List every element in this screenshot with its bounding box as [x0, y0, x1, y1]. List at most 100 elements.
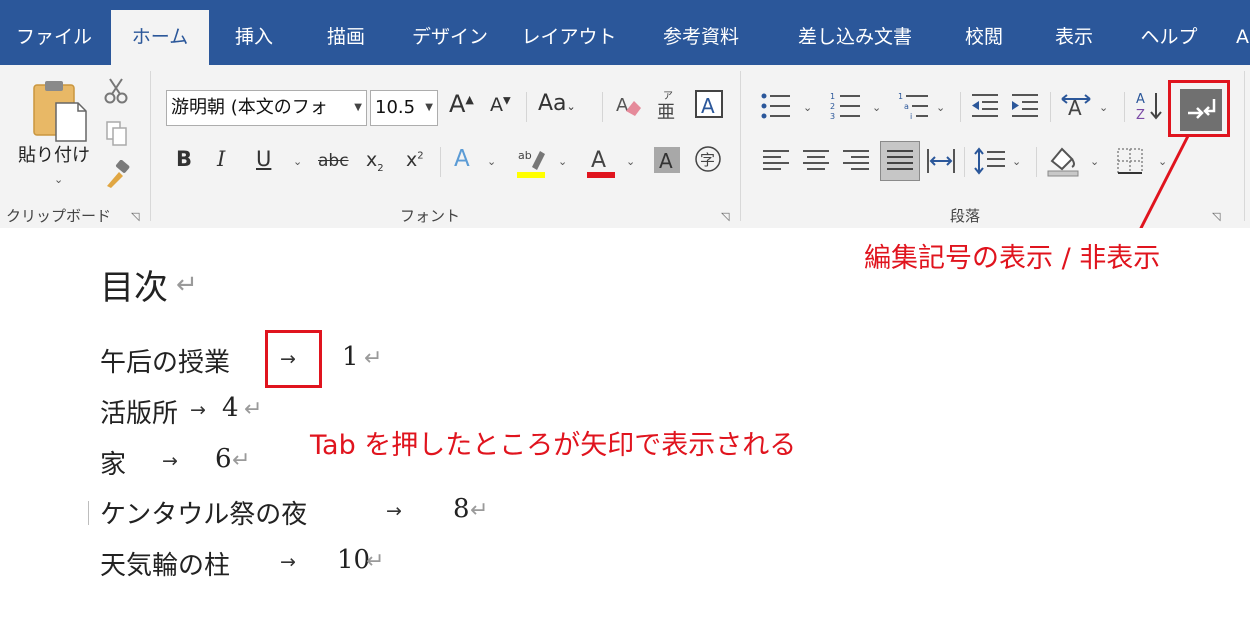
separator — [964, 147, 965, 177]
align-center-icon[interactable] — [802, 147, 830, 175]
tab-references[interactable]: 参考資料 — [644, 10, 758, 65]
italic-icon[interactable]: I — [217, 147, 225, 171]
tab-review[interactable]: 校閲 — [950, 10, 1018, 65]
svg-text:2: 2 — [830, 102, 835, 111]
tab-help[interactable]: ヘルプ — [1128, 10, 1210, 65]
numbering-icon[interactable]: 1 2 3 — [830, 91, 862, 121]
tab-mark: → — [386, 500, 402, 522]
shading-icon[interactable] — [1046, 145, 1080, 177]
svg-text:3: 3 — [830, 112, 835, 121]
toc-row-title: ケンタウル祭の夜 — [100, 500, 308, 530]
underline-dropdown-icon[interactable]: ⌄ — [293, 155, 302, 168]
clear-formatting-icon[interactable]: A — [614, 91, 642, 121]
paragraph-mark: ↵ — [176, 270, 198, 300]
toc-row-page: 8 — [453, 494, 470, 524]
tab-insert[interactable]: 挿入 — [218, 10, 290, 65]
decrease-indent-icon[interactable] — [970, 91, 1000, 121]
tab-home[interactable]: ホーム — [111, 10, 209, 65]
distributed-icon[interactable] — [926, 147, 956, 175]
line-spacing-dropdown-icon[interactable]: ⌄ — [1012, 155, 1021, 168]
bold-icon[interactable]: B — [176, 147, 192, 171]
svg-text:亜: 亜 — [657, 102, 675, 121]
toc-heading: 目次 — [100, 268, 168, 308]
shading-dropdown-icon[interactable]: ⌄ — [1090, 155, 1099, 168]
svg-text:A: A — [616, 95, 629, 116]
font-name-combo[interactable]: 游明朝 (本文のフォ ▼ — [166, 90, 367, 126]
character-border-icon[interactable]: A — [694, 89, 724, 119]
highlight-color-icon[interactable]: ab — [516, 145, 548, 179]
font-size-value: 10.5 — [375, 97, 416, 118]
format-painter-icon[interactable] — [103, 160, 133, 190]
numbering-dropdown-icon[interactable]: ⌄ — [872, 101, 881, 114]
copy-icon[interactable] — [104, 120, 130, 148]
grow-font-icon[interactable]: A▲ — [449, 90, 474, 118]
svg-text:ab: ab — [518, 149, 532, 162]
paste-button-label[interactable]: 貼り付け — [18, 141, 90, 167]
enclosed-character-icon[interactable]: 字 — [694, 145, 722, 173]
align-right-icon[interactable] — [842, 147, 870, 175]
toc-row-title: 午后の授業 — [100, 348, 231, 378]
group-divider — [740, 71, 741, 221]
underline-icon[interactable]: U — [256, 147, 271, 171]
justify-icon — [887, 150, 913, 170]
justify-button[interactable] — [880, 141, 920, 181]
line-spacing-icon[interactable] — [974, 147, 1006, 175]
paragraph-launcher-icon[interactable]: ◹ — [1212, 210, 1220, 223]
shrink-font-icon[interactable]: A▼ — [490, 94, 511, 116]
multilevel-list-icon[interactable]: 1 a i — [898, 91, 930, 121]
font-name-dropdown-icon[interactable]: ▼ — [354, 91, 362, 125]
highlight-dropdown-icon[interactable]: ⌄ — [558, 155, 567, 168]
tab-mark: → — [280, 551, 296, 573]
asian-layout-icon[interactable]: A — [1060, 91, 1092, 121]
svg-text:1: 1 — [898, 92, 903, 101]
tab-draw[interactable]: 描画 — [308, 10, 384, 65]
svg-text:i: i — [910, 112, 912, 121]
callout-line — [1138, 135, 1190, 231]
svg-text:A: A — [1136, 92, 1145, 107]
change-case-icon[interactable]: Aa⌄ — [538, 91, 576, 116]
paragraph-group-label: 段落 — [950, 207, 981, 225]
font-size-combo[interactable]: 10.5 ▼ — [370, 90, 438, 126]
paste-dropdown-icon[interactable]: ⌄ — [54, 173, 63, 186]
font-color-dropdown-icon[interactable]: ⌄ — [626, 155, 635, 168]
font-size-dropdown-icon[interactable]: ▼ — [425, 91, 433, 125]
paste-icon[interactable] — [32, 79, 88, 143]
asian-layout-dropdown-icon[interactable]: ⌄ — [1099, 101, 1108, 114]
tab-view[interactable]: 表示 — [1038, 10, 1110, 65]
tab-file[interactable]: ファイル — [6, 10, 102, 65]
paragraph-mark: ↵ — [364, 346, 383, 371]
clipboard-launcher-icon[interactable]: ◹ — [131, 210, 139, 223]
tab-design[interactable]: デザイン — [402, 10, 498, 65]
font-color-icon[interactable]: A — [586, 145, 616, 179]
increase-indent-icon[interactable] — [1010, 91, 1040, 121]
tab-mailings[interactable]: 差し込み文書 — [780, 10, 930, 65]
toc-row-title: 活版所 — [100, 399, 179, 429]
svg-text:ア: ア — [663, 91, 673, 102]
separator — [526, 92, 527, 122]
phonetic-guide-icon[interactable]: ア 亜 — [654, 89, 680, 121]
clipboard-group-label: クリップボード — [6, 207, 112, 225]
group-divider — [1244, 71, 1245, 221]
cut-icon[interactable] — [103, 77, 129, 105]
svg-text:Z: Z — [1136, 108, 1145, 121]
tab-layout[interactable]: レイアウト — [516, 10, 622, 65]
tab-overflow[interactable]: A — [1236, 10, 1250, 65]
strikethrough-icon[interactable]: abc — [318, 151, 349, 171]
superscript-icon[interactable]: x2 — [406, 149, 424, 171]
text-effects-dropdown-icon[interactable]: ⌄ — [487, 155, 496, 168]
align-left-icon[interactable] — [762, 147, 790, 175]
bullets-icon[interactable] — [760, 91, 792, 121]
paragraph-mark: ↵ — [244, 397, 263, 422]
toc-row-page: 6 — [215, 444, 232, 474]
highlight-box-tab-mark — [265, 330, 322, 388]
multilevel-dropdown-icon[interactable]: ⌄ — [936, 101, 945, 114]
annotation-show-hide: 編集記号の表示 / 非表示 — [864, 243, 1161, 274]
bullets-dropdown-icon[interactable]: ⌄ — [803, 101, 812, 114]
character-shading-icon[interactable]: A — [654, 147, 680, 173]
sort-icon[interactable]: A Z — [1134, 89, 1164, 121]
highlight-box-show-hide — [1168, 80, 1230, 137]
text-effects-icon[interactable]: A — [454, 146, 470, 172]
subscript-icon[interactable]: x2 — [366, 149, 384, 174]
toc-row-page: 1 — [342, 342, 359, 372]
font-launcher-icon[interactable]: ◹ — [721, 210, 729, 223]
